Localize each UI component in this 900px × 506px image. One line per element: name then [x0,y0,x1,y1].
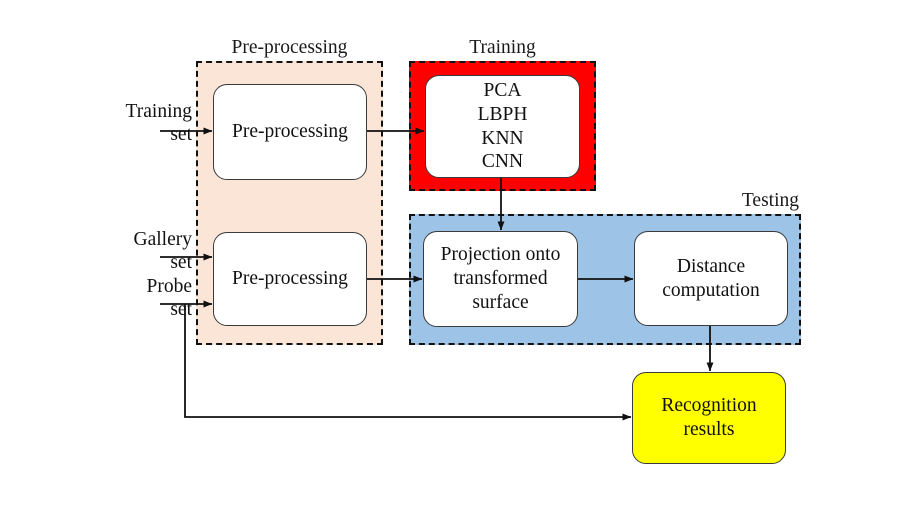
node-preprocess-2-label: Pre-processing [232,268,348,290]
group-caption-preprocessing: Pre-processing [231,37,348,58]
input-label-training-set: Training set [125,101,192,145]
node-distance-computation-label: Distance computation [662,255,760,301]
node-algorithms-label: PCA LBPH KNN CNN [477,79,528,173]
node-preprocess-1: Pre-processing [213,84,367,180]
node-recognition-results-label: Recognition results [661,395,757,440]
pipeline-diagram: Pre-processing Training Testing Training… [0,0,900,506]
node-algorithms: PCA LBPH KNN CNN [425,75,580,178]
node-recognition-results: Recognition results [632,372,786,464]
node-distance-computation: Distance computation [634,231,788,326]
node-preprocess-2: Pre-processing [213,232,367,326]
node-projection-label: Projection onto transformed surface [440,244,561,313]
group-caption-testing: Testing [741,190,799,211]
input-label-probe-set: Probe set [146,276,193,320]
node-preprocess-1-label: Pre-processing [232,121,348,143]
node-projection: Projection onto transformed surface [423,231,578,327]
input-label-gallery-set: Gallery set [133,229,192,273]
group-caption-training: Training [469,37,536,58]
